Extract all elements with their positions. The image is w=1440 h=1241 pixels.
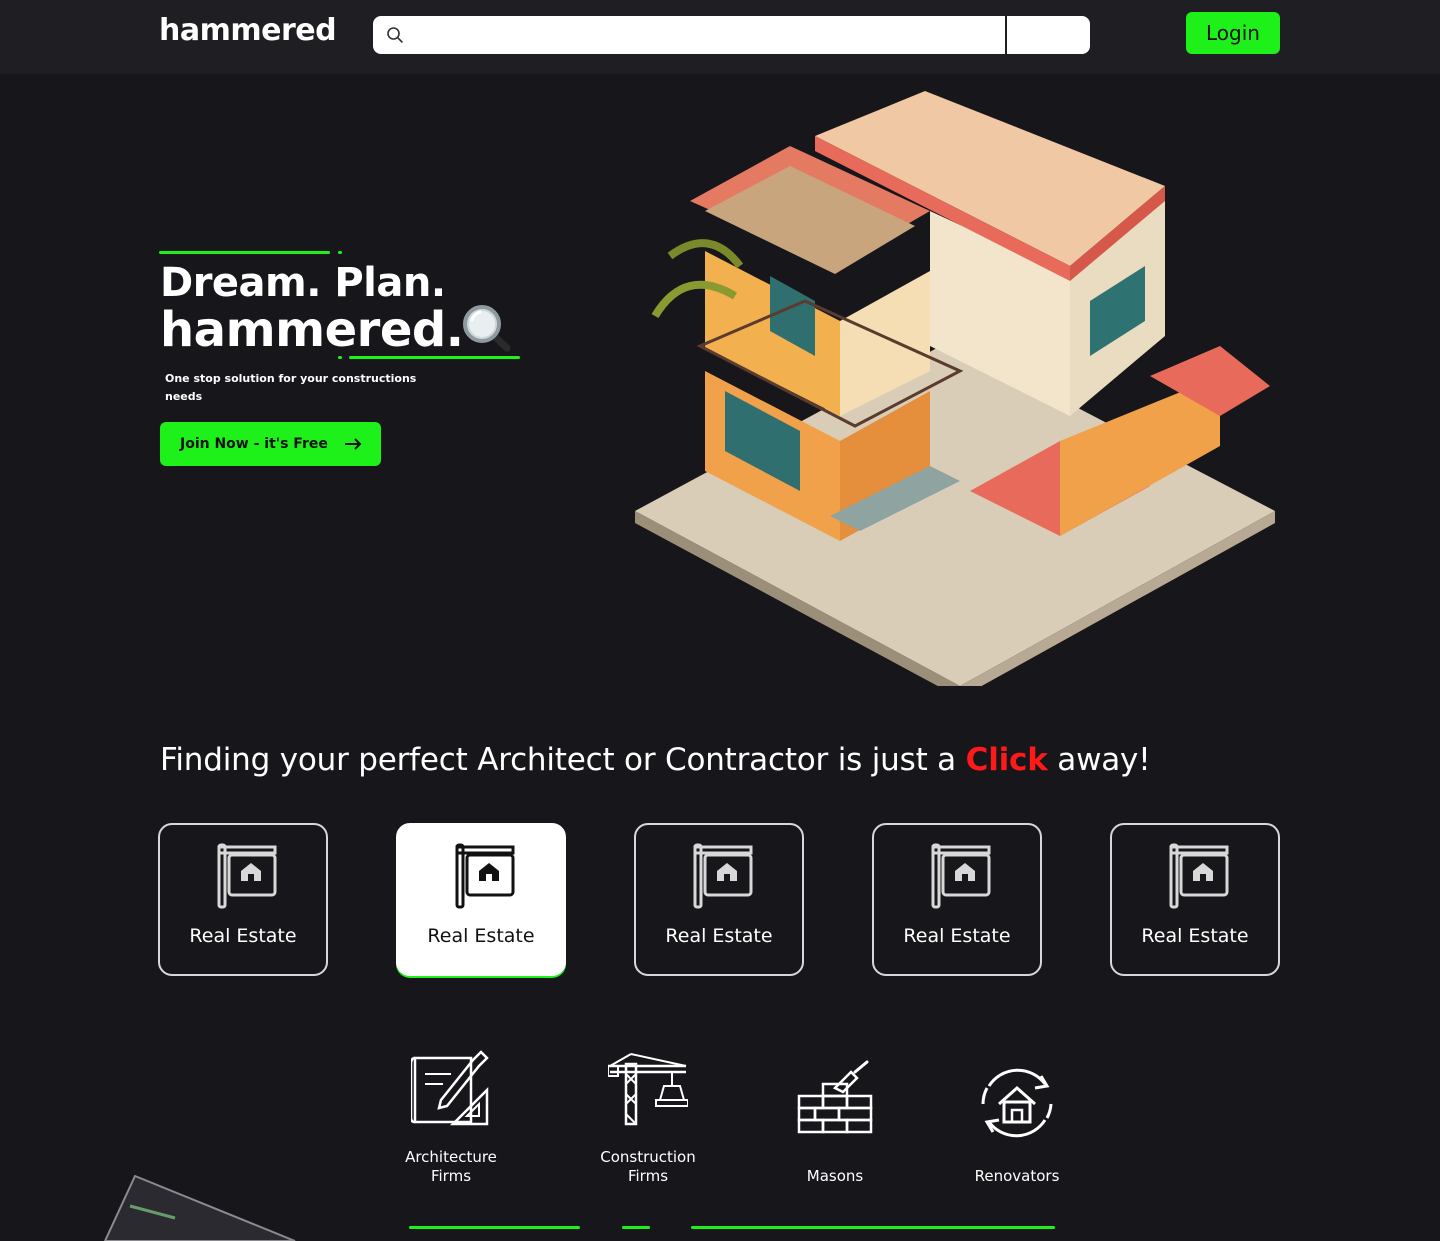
- category-card-real-estate[interactable]: Real Estate: [872, 823, 1042, 976]
- category-card-real-estate[interactable]: Real Estate: [158, 823, 328, 976]
- accent-line: [691, 1226, 1055, 1229]
- category-label: Real Estate: [903, 925, 1011, 947]
- hero-title-line1: Dream. Plan.: [160, 260, 446, 306]
- join-now-button[interactable]: Join Now - it's Free: [160, 422, 381, 466]
- service-label: Construction: [600, 1148, 696, 1166]
- search-bar[interactable]: [373, 16, 1090, 54]
- accent-line: [349, 356, 520, 359]
- logo[interactable]: hammered: [159, 13, 337, 48]
- accent-dot: [338, 251, 342, 254]
- service-label: Renovators: [974, 1167, 1060, 1185]
- service-label: Firms: [430, 1167, 472, 1185]
- accent-line: [622, 1226, 650, 1229]
- brick-wall-trowel-icon: [797, 1060, 873, 1134]
- real-estate-sign-icon: [217, 843, 277, 909]
- real-estate-sign-icon: [931, 843, 991, 909]
- house-renovation-icon: [981, 1068, 1053, 1138]
- search-input[interactable]: [413, 20, 1003, 50]
- house-illustration: [635, 91, 1275, 686]
- search-icon: [387, 27, 403, 43]
- hero-title-line2: hammered.: [160, 302, 464, 358]
- laptop-decoration: [103, 1174, 296, 1241]
- real-estate-sign-icon: [1169, 843, 1229, 909]
- top-navbar: hammered Login: [0, 0, 1440, 74]
- login-button[interactable]: Login: [1186, 12, 1280, 54]
- blueprint-icon: [411, 1050, 489, 1126]
- category-label: Real Estate: [189, 925, 297, 947]
- service-construction-firms[interactable]: Construction Firms: [568, 1050, 728, 1190]
- service-architecture-firms[interactable]: Architecture Firms: [371, 1050, 531, 1190]
- category-card-real-estate[interactable]: Real Estate: [634, 823, 804, 976]
- service-masons[interactable]: Masons: [755, 1058, 915, 1190]
- category-label: Real Estate: [427, 925, 535, 947]
- section-heading-suffix: away!: [1047, 742, 1151, 778]
- section-heading-highlight: Click: [965, 742, 1048, 778]
- section-heading: Finding your perfect Architect or Contra…: [160, 742, 1151, 778]
- accent-line: [159, 251, 330, 254]
- join-now-label: Join Now - it's Free: [180, 436, 328, 452]
- search-filter-dropdown[interactable]: [1007, 16, 1090, 54]
- arrow-right-icon: [345, 438, 362, 450]
- service-label: Architecture: [405, 1148, 497, 1166]
- real-estate-sign-icon: [455, 843, 515, 909]
- hero-subtitle: One stop solution for your constructions…: [165, 372, 417, 403]
- category-card-real-estate[interactable]: Real Estate: [396, 823, 566, 976]
- category-label: Real Estate: [665, 925, 773, 947]
- category-card-real-estate[interactable]: Real Estate: [1110, 823, 1280, 976]
- crane-icon: [608, 1053, 688, 1126]
- accent-line: [409, 1226, 580, 1229]
- category-label: Real Estate: [1141, 925, 1249, 947]
- service-label: Firms: [627, 1167, 669, 1185]
- accent-dot: [338, 356, 342, 359]
- service-renovators[interactable]: Renovators: [937, 1064, 1097, 1190]
- service-label: Masons: [806, 1167, 864, 1185]
- section-heading-text: Finding your perfect Architect or Contra…: [160, 742, 966, 778]
- real-estate-sign-icon: [693, 843, 753, 909]
- magnifier-icon: [463, 305, 511, 352]
